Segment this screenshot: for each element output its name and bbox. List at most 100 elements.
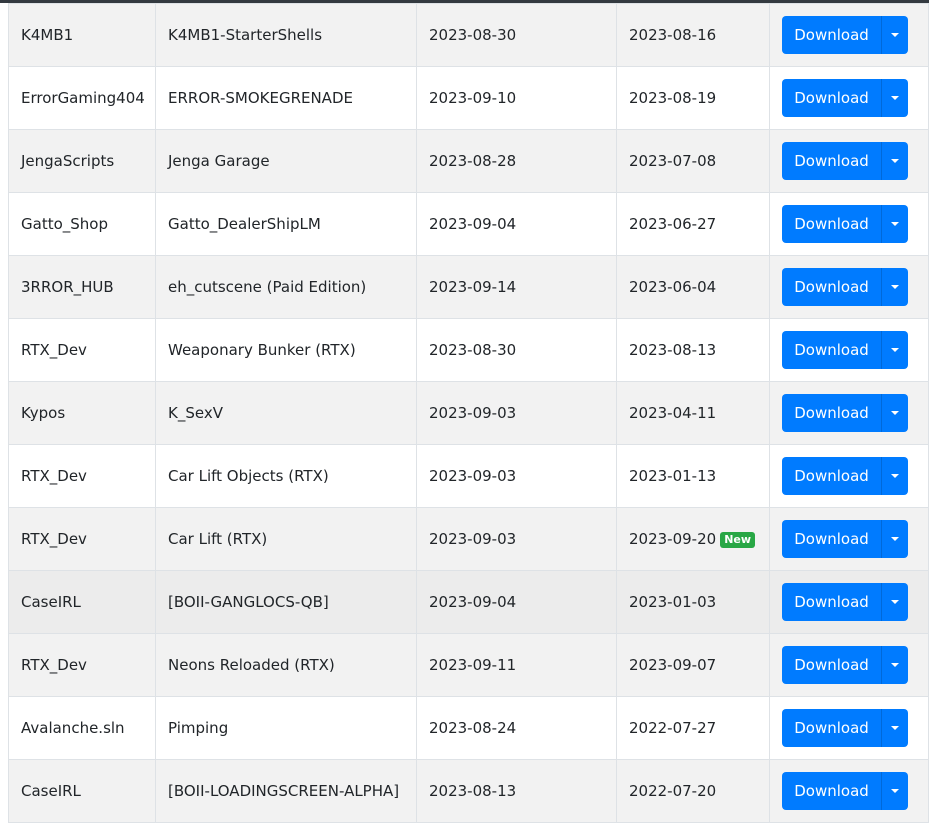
- table-row: 3RROR_HUB eh_cutscene (Paid Edition) 2023-…: [8, 255, 929, 319]
- caret-down-icon: [891, 663, 899, 667]
- download-dropdown-toggle[interactable]: [882, 709, 908, 747]
- author-cell: Kypos: [8, 381, 156, 445]
- updated-date-cell: 2023-09-10: [416, 66, 617, 130]
- caret-down-icon: [891, 33, 899, 37]
- download-split-button: Download: [782, 520, 908, 558]
- action-cell: Download: [769, 507, 929, 571]
- action-cell: Download: [769, 633, 929, 697]
- author-cell: RTX_Dev: [8, 507, 156, 571]
- download-dropdown-toggle[interactable]: [882, 646, 908, 684]
- table-row: ErrorGaming404 ERROR-SMOKEGRENADE 2023-09-…: [8, 66, 929, 130]
- author-cell: RTX_Dev: [8, 633, 156, 697]
- download-dropdown-toggle[interactable]: [882, 394, 908, 432]
- table-row: Kypos K_SexV 2023-09-03 2023-04-11 Download: [8, 381, 929, 445]
- created-date: 2023-08-16: [629, 26, 717, 44]
- download-button[interactable]: Download: [782, 646, 882, 684]
- action-cell: Download: [769, 444, 929, 508]
- created-date: 2022-07-20: [629, 782, 717, 800]
- download-dropdown-toggle[interactable]: [882, 205, 908, 243]
- updated-date-cell: 2023-08-30: [416, 3, 617, 67]
- table-row: RTX_Dev Car Lift (RTX) 2023-09-03 2023-09-2…: [8, 507, 929, 571]
- action-cell: Download: [769, 192, 929, 256]
- script-name-cell: ERROR-SMOKEGRENADE: [155, 66, 417, 130]
- created-date: 2023-06-27: [629, 215, 717, 233]
- created-date-cell: 2022-07-27: [616, 696, 770, 760]
- caret-down-icon: [891, 474, 899, 478]
- download-dropdown-toggle[interactable]: [882, 16, 908, 54]
- table-row: K4MB1 K4MB1-StarterShells 2023-08-30 2023-0…: [8, 3, 929, 67]
- updated-date-cell: 2023-09-03: [416, 507, 617, 571]
- script-name-cell: Car Lift Objects (RTX): [155, 444, 417, 508]
- table-row: JengaScripts Jenga Garage 2023-08-28 2023-0…: [8, 129, 929, 193]
- created-date-cell: 2023-01-03: [616, 570, 770, 634]
- new-badge: New: [720, 532, 756, 548]
- download-button[interactable]: Download: [782, 142, 882, 180]
- author-cell: CaseIRL: [8, 570, 156, 634]
- download-split-button: Download: [782, 709, 908, 747]
- table-row: RTX_Dev Car Lift Objects (RTX) 2023-09-03 2…: [8, 444, 929, 508]
- download-button[interactable]: Download: [782, 205, 882, 243]
- author-cell: RTX_Dev: [8, 444, 156, 508]
- table-row: RTX_Dev Weaponary Bunker (RTX) 2023-08-30 2…: [8, 318, 929, 382]
- download-button[interactable]: Download: [782, 394, 882, 432]
- script-name-cell: eh_cutscene (Paid Edition): [155, 255, 417, 319]
- download-button[interactable]: Download: [782, 331, 882, 369]
- caret-down-icon: [891, 348, 899, 352]
- caret-down-icon: [891, 96, 899, 100]
- download-button[interactable]: Download: [782, 520, 882, 558]
- updated-date-cell: 2023-09-04: [416, 570, 617, 634]
- caret-down-icon: [891, 222, 899, 226]
- table-row: Avalanche.sln Pimping 2023-08-24 2022-07-27…: [8, 696, 929, 760]
- download-button[interactable]: Download: [782, 772, 882, 810]
- created-date: 2023-01-13: [629, 467, 717, 485]
- action-cell: Download: [769, 696, 929, 760]
- created-date-cell: 2023-04-11: [616, 381, 770, 445]
- script-name-cell: Pimping: [155, 696, 417, 760]
- created-date: 2023-09-07: [629, 656, 717, 674]
- script-name-cell: Gatto_DealerShipLM: [155, 192, 417, 256]
- table-row: CaseIRL [BOII-GANGLOCS-QB] 2023-09-04 2023-…: [8, 570, 929, 634]
- download-split-button: Download: [782, 79, 908, 117]
- download-dropdown-toggle[interactable]: [882, 520, 908, 558]
- download-split-button: Download: [782, 583, 908, 621]
- download-split-button: Download: [782, 646, 908, 684]
- table-row: RTX_Dev Neons Reloaded (RTX) 2023-09-11 202…: [8, 633, 929, 697]
- created-date-cell: 2023-07-08: [616, 129, 770, 193]
- download-button[interactable]: Download: [782, 16, 882, 54]
- created-date-cell: 2023-08-13: [616, 318, 770, 382]
- download-dropdown-toggle[interactable]: [882, 772, 908, 810]
- download-dropdown-toggle[interactable]: [882, 331, 908, 369]
- table-row: Gatto_Shop Gatto_DealerShipLM 2023-09-04 20…: [8, 192, 929, 256]
- author-cell: 3RROR_HUB: [8, 255, 156, 319]
- download-button[interactable]: Download: [782, 268, 882, 306]
- download-dropdown-toggle[interactable]: [882, 268, 908, 306]
- download-button[interactable]: Download: [782, 457, 882, 495]
- action-cell: Download: [769, 3, 929, 67]
- updated-date-cell: 2023-09-14: [416, 255, 617, 319]
- updated-date-cell: 2023-09-11: [416, 633, 617, 697]
- download-dropdown-toggle[interactable]: [882, 79, 908, 117]
- created-date-cell: 2022-07-20: [616, 759, 770, 823]
- download-button[interactable]: Download: [782, 79, 882, 117]
- script-name-cell: Jenga Garage: [155, 129, 417, 193]
- action-cell: Download: [769, 66, 929, 130]
- caret-down-icon: [891, 600, 899, 604]
- download-dropdown-toggle[interactable]: [882, 583, 908, 621]
- script-name-cell: Neons Reloaded (RTX): [155, 633, 417, 697]
- created-date: 2022-07-27: [629, 719, 717, 737]
- caret-down-icon: [891, 789, 899, 793]
- script-name-cell: Car Lift (RTX): [155, 507, 417, 571]
- download-dropdown-toggle[interactable]: [882, 142, 908, 180]
- table-body: K4MB1 K4MB1-StarterShells 2023-08-30 2023-0…: [8, 3, 929, 823]
- updated-date-cell: 2023-09-04: [416, 192, 617, 256]
- author-cell: K4MB1: [8, 3, 156, 67]
- author-cell: RTX_Dev: [8, 318, 156, 382]
- download-split-button: Download: [782, 394, 908, 432]
- caret-down-icon: [891, 159, 899, 163]
- updated-date-cell: 2023-09-03: [416, 381, 617, 445]
- download-button[interactable]: Download: [782, 709, 882, 747]
- download-button[interactable]: Download: [782, 583, 882, 621]
- script-name-cell: [BOII-LOADINGSCREEN-ALPHA]: [155, 759, 417, 823]
- download-dropdown-toggle[interactable]: [882, 457, 908, 495]
- action-cell: Download: [769, 255, 929, 319]
